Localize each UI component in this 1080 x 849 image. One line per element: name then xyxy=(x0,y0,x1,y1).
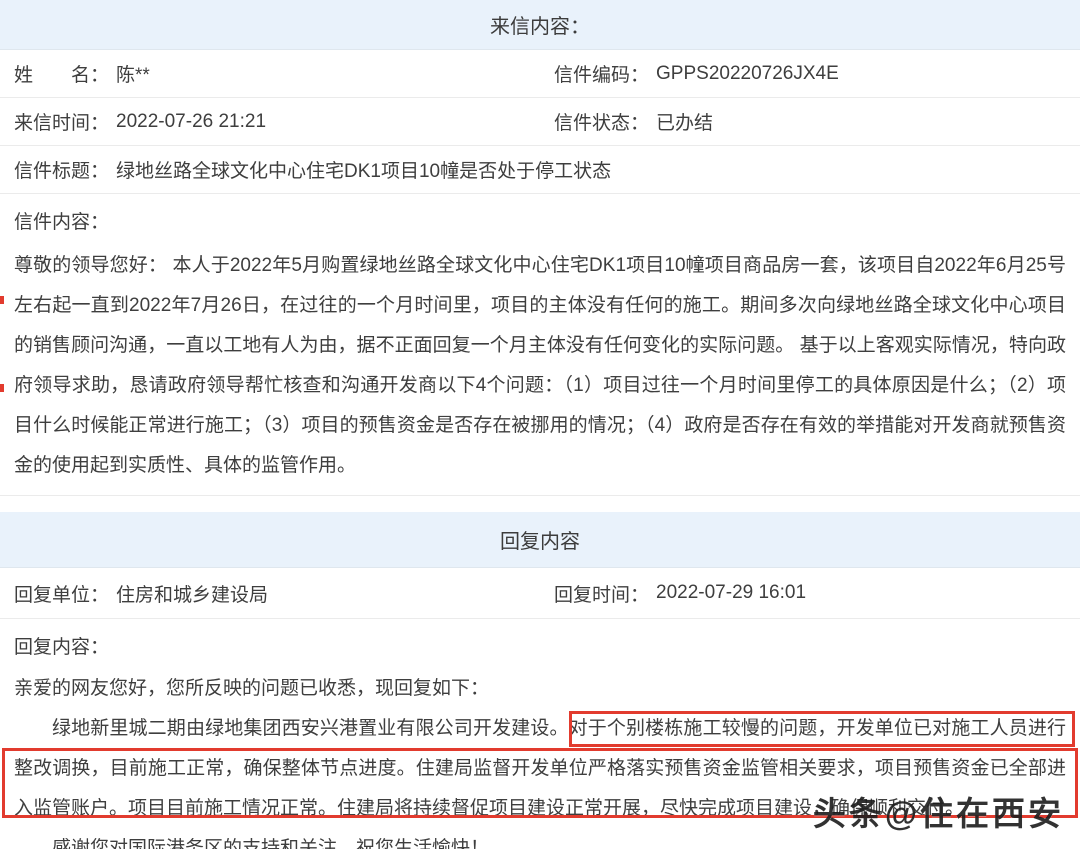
letter-detail-page: 来信内容： 姓 名： 陈** 信件编码： GPPS20220726JX4E 来信… xyxy=(0,0,1080,849)
reply-unit-field: 回复单位： 住房和城乡建设局 xyxy=(0,580,540,607)
letter-code-label: 信件编码： xyxy=(554,65,650,86)
reply-section-header: 回复内容 xyxy=(0,512,1080,568)
name-label: 姓 名： xyxy=(14,65,110,86)
reply-time-field: 回复时间： 2022-07-29 16:01 xyxy=(540,580,1080,607)
letter-section-header: 来信内容： xyxy=(0,0,1080,50)
name-field: 姓 名： 陈** xyxy=(0,60,540,87)
letter-time-label: 来信时间： xyxy=(14,113,110,134)
red-edge-mark xyxy=(0,296,4,304)
letter-code-value: GPPS20220726JX4E xyxy=(656,62,839,84)
reply-unit-value: 住房和城乡建设局 xyxy=(116,584,269,606)
reply-paragraph-closing: 感谢您对国际港务区的支持和关注。祝您生活愉快！ xyxy=(52,838,490,849)
reply-section-title: 回复内容 xyxy=(500,531,580,553)
reply-time-label: 回复时间： xyxy=(554,584,650,606)
letter-status-label: 信件状态： xyxy=(554,113,650,134)
letter-title-row: 信件标题： 绿地丝路全球文化中心住宅DK1项目10幢是否处于停工状态 xyxy=(0,146,1080,194)
red-edge-mark xyxy=(0,384,4,392)
reply-content-label: 回复内容： xyxy=(14,637,110,658)
letter-meta-row-1: 姓 名： 陈** 信件编码： GPPS20220726JX4E xyxy=(0,50,1080,98)
reply-content-text: 亲爱的网友您好，您所反映的问题已收悉，现回复如下： 绿地新里城二期由绿地集团西安… xyxy=(14,669,1066,849)
reply-paragraph-greeting: 亲爱的网友您好，您所反映的问题已收悉，现回复如下： xyxy=(14,678,490,699)
letter-time-field: 来信时间： 2022-07-26 21:21 xyxy=(0,108,540,135)
letter-status-value: 已办结 xyxy=(656,113,714,134)
letter-section-title: 来信内容： xyxy=(490,16,590,38)
name-value: 陈** xyxy=(116,65,150,86)
letter-content-label: 信件内容： xyxy=(14,212,110,233)
letter-meta-row-2: 来信时间： 2022-07-26 21:21 信件状态： 已办结 xyxy=(0,98,1080,146)
reply-unit-label: 回复单位： xyxy=(14,584,110,606)
letter-status-field: 信件状态： 已办结 xyxy=(540,108,1080,135)
reply-time-value: 2022-07-29 16:01 xyxy=(656,582,807,603)
letter-time-value: 2022-07-26 21:21 xyxy=(116,110,267,132)
reply-meta-row: 回复单位： 住房和城乡建设局 回复时间： 2022-07-29 16:01 xyxy=(0,568,1080,619)
letter-code-field: 信件编码： GPPS20220726JX4E xyxy=(540,60,1080,87)
letter-content-block: 信件内容： 尊敬的领导您好： 本人于2022年5月购置绿地丝路全球文化中心住宅D… xyxy=(0,194,1080,496)
reply-content-block: 回复内容： 亲爱的网友您好，您所反映的问题已收悉，现回复如下： 绿地新里城二期由… xyxy=(0,619,1080,849)
reply-paragraph-main: 绿地新里城二期由绿地集团西安兴港置业有限公司开发建设。对于个别楼栋施工较慢的问题… xyxy=(14,718,1066,819)
letter-title-value: 绿地丝路全球文化中心住宅DK1项目10幢是否处于停工状态 xyxy=(116,161,612,182)
letter-content-text: 尊敬的领导您好： 本人于2022年5月购置绿地丝路全球文化中心住宅DK1项目10… xyxy=(14,255,1066,476)
letter-title-label: 信件标题： xyxy=(14,161,110,182)
letter-title-field: 信件标题： 绿地丝路全球文化中心住宅DK1项目10幢是否处于停工状态 xyxy=(0,156,1080,183)
